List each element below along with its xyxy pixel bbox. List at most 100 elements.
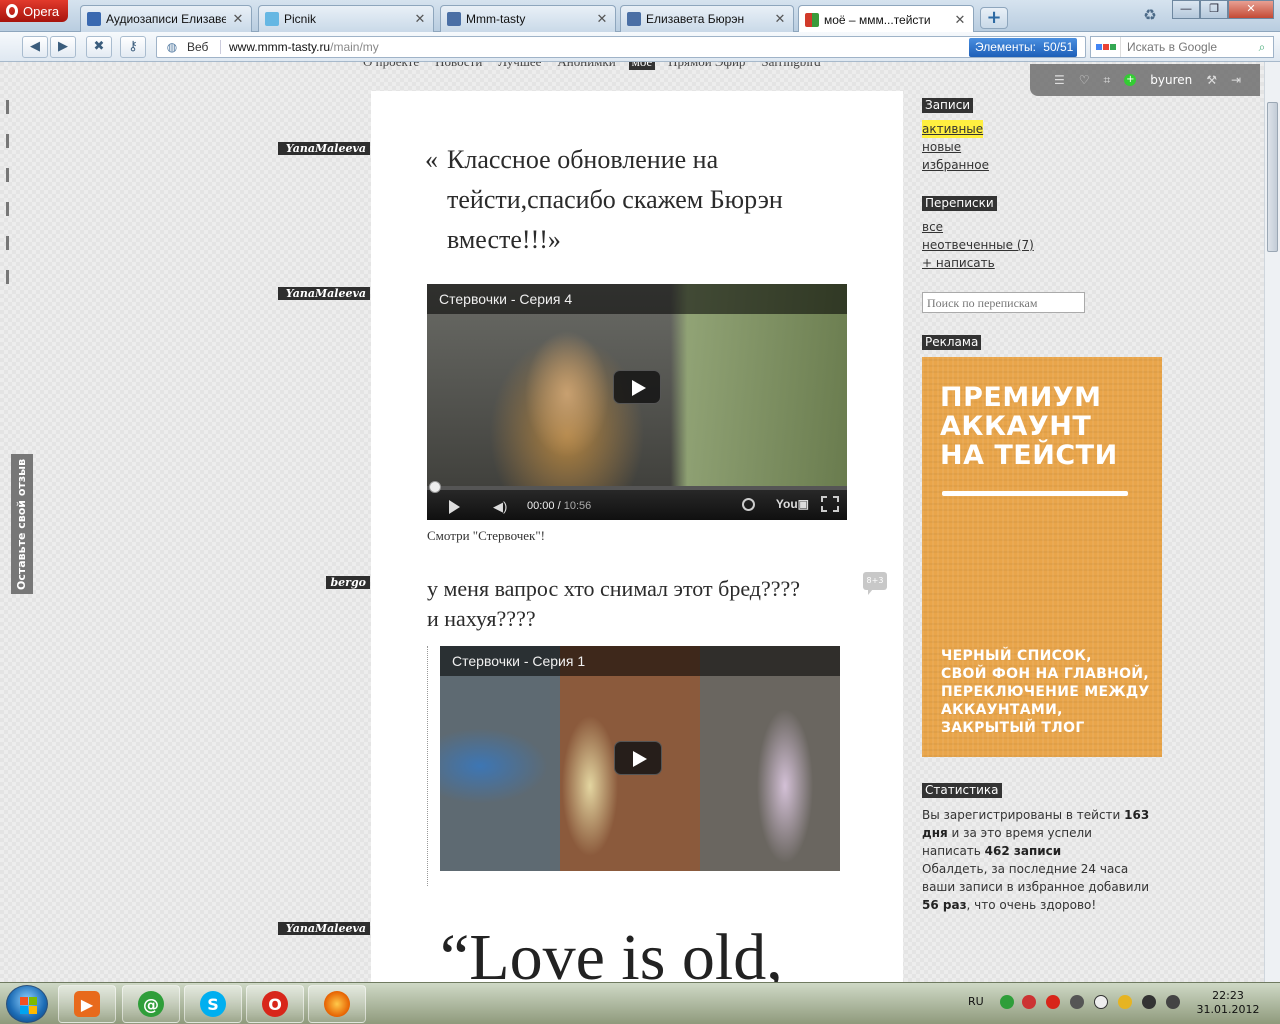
sidebar-link-active[interactable]: активные — [922, 120, 984, 138]
add-icon[interactable]: + — [1124, 74, 1137, 86]
google-icon[interactable] — [1091, 37, 1121, 57]
trash-icon[interactable]: ♻ — [1140, 6, 1160, 26]
taskbar-media-player[interactable]: ▶ — [58, 985, 116, 1023]
sidebar-link-unanswered[interactable]: неотвеченные (7) — [922, 236, 1034, 254]
nav-item[interactable]: О проекте — [360, 62, 422, 70]
search-icon[interactable]: ⌕ — [1251, 40, 1273, 55]
search-box[interactable]: Искать в Google ⌕ — [1090, 36, 1274, 58]
ad-feature-line: СВОЙ ФОН НА ГЛАВНОЙ, — [941, 666, 1149, 682]
language-indicator[interactable]: RU — [968, 995, 984, 1008]
logout-icon[interactable]: ⇥ — [1231, 73, 1241, 87]
back-button[interactable]: ◀ — [22, 36, 48, 58]
update-tray-icon[interactable] — [1118, 995, 1132, 1009]
network-tray-icon[interactable] — [1022, 995, 1036, 1009]
tab-moe[interactable]: моё – ммм...тейсти ✕ — [798, 5, 974, 33]
close-icon[interactable]: ✕ — [231, 12, 245, 26]
skype-icon: S — [200, 991, 226, 1017]
opera-menu-label: Opera — [23, 3, 60, 19]
panda-tray-icon[interactable] — [1094, 995, 1108, 1009]
video-caption: Смотри "Стервочек"! — [427, 528, 546, 543]
play-button-icon[interactable] — [449, 500, 460, 514]
key-icon[interactable]: ⚷ — [120, 36, 146, 58]
ad-feature-line: АККАУНТАМИ, — [941, 702, 1063, 718]
heart-icon[interactable]: ♡ — [1079, 73, 1090, 87]
battery-icon[interactable] — [1166, 995, 1180, 1009]
nav-item-active[interactable]: моё — [628, 62, 656, 70]
watch-later-icon[interactable] — [742, 498, 755, 511]
taskbar-mail-agent[interactable]: @ — [122, 985, 180, 1023]
play-icon[interactable] — [614, 741, 662, 775]
start-button[interactable] — [6, 985, 48, 1023]
close-icon[interactable]: ✕ — [773, 12, 787, 26]
opera-tray-icon[interactable] — [1046, 995, 1060, 1009]
messages-search-input[interactable]: Поиск по перепискам — [922, 292, 1085, 313]
opera-menu-button[interactable]: Opera — [0, 0, 68, 22]
sidebar-link-favorites[interactable]: избранное — [922, 156, 989, 174]
fullscreen-icon[interactable] — [821, 496, 839, 512]
close-quote: » — [547, 225, 561, 254]
progress-knob[interactable] — [429, 481, 441, 493]
address-bar[interactable]: ◍ Веб www.mmm-tasty.ru/main/my — [156, 36, 1086, 58]
stop-button[interactable]: ✖ — [86, 36, 112, 58]
flag-icon[interactable] — [1142, 995, 1156, 1009]
nav-item[interactable]: Лучшее — [495, 62, 544, 70]
volume-icon[interactable] — [1070, 995, 1084, 1009]
video-player[interactable]: Стервочки - Серия 4 ◀) 00:00 / 10:56 You… — [427, 284, 847, 520]
sidebar-link-all[interactable]: все — [922, 218, 943, 236]
taskbar-opera[interactable]: O — [246, 985, 304, 1023]
youtube-logo-icon[interactable]: You▣ — [776, 497, 809, 511]
tab-mmm-tasty[interactable]: Mmm-tasty ✕ — [440, 5, 616, 32]
tab-label: Аудиозаписи Елизаве... — [106, 12, 226, 26]
search-input[interactable]: Искать в Google — [1121, 40, 1251, 54]
agent-tray-icon[interactable] — [1000, 995, 1014, 1009]
taskbar-firefox[interactable] — [308, 985, 366, 1023]
toolbar: ◀ ▶ ✖ ⚷ ◍ Веб www.mmm-tasty.ru/main/my — [0, 32, 1280, 62]
bookmark-icon[interactable]: ⌗ — [1104, 73, 1111, 88]
close-window-button[interactable]: ✕ — [1228, 0, 1274, 19]
comments-badge[interactable]: 8+3 — [863, 572, 887, 595]
rss-icon[interactable]: ☰ — [1054, 73, 1065, 87]
settings-icon[interactable]: ⚒ — [1206, 73, 1217, 87]
nav-item[interactable]: Анонимки — [554, 62, 618, 70]
minimize-button[interactable]: — — [1172, 0, 1200, 19]
stats-times: 56 раз — [922, 898, 967, 912]
clock[interactable]: 22:23 31.01.2012 — [1196, 989, 1260, 1017]
forward-button[interactable]: ▶ — [50, 36, 76, 58]
play-icon[interactable] — [613, 370, 661, 404]
tab-picnik[interactable]: Picnik ✕ — [258, 5, 434, 32]
elements-counter[interactable]: Элементы: 50/51 — [969, 38, 1077, 57]
nav-item[interactable]: Sarringbird — [758, 62, 823, 70]
volume-icon[interactable]: ◀) — [493, 499, 507, 515]
maximize-button[interactable]: ❐ — [1200, 0, 1228, 19]
username[interactable]: byuren — [1150, 73, 1192, 87]
taskbar-skype[interactable]: S — [184, 985, 242, 1023]
post-author[interactable]: bergo — [326, 576, 370, 589]
stats-fragment: Вы зарегистрированы в тейсти — [922, 808, 1125, 822]
tab-elizaveta[interactable]: Елизавета Бюрэн ✕ — [620, 5, 794, 32]
vk-icon — [87, 12, 101, 26]
nav-item[interactable]: Прямой Эфир — [665, 62, 748, 70]
tab-audio[interactable]: Аудиозаписи Елизаве... ✕ — [80, 5, 252, 32]
ad-title-line: НА ТЕЙСТИ — [940, 440, 1118, 471]
feedback-tab[interactable]: Оставьте свой отзыв — [11, 454, 33, 594]
close-icon[interactable]: ✕ — [595, 12, 609, 26]
post-author[interactable]: YanaMaleeva — [278, 142, 370, 155]
video-player[interactable]: Стервочки - Серия 1 — [440, 646, 840, 871]
sidebar-posts-header: Записи — [922, 98, 974, 113]
post-author[interactable]: YanaMaleeva — [278, 287, 370, 300]
post-author[interactable]: YanaMaleeva — [278, 922, 370, 935]
video-time: 00:00 / 10:56 — [527, 500, 592, 512]
address-prefix: Веб — [187, 40, 221, 54]
post-text: у меня вапрос хто снимал этот бред????и … — [427, 576, 801, 631]
scrollbar-thumb[interactable] — [1267, 102, 1278, 252]
close-icon[interactable]: ✕ — [953, 12, 967, 27]
nav-item[interactable]: Новости — [432, 62, 485, 70]
close-icon[interactable]: ✕ — [413, 12, 427, 26]
sidebar-link-new[interactable]: новые — [922, 138, 961, 156]
new-tab-button[interactable]: + — [980, 7, 1008, 29]
vertical-scrollbar[interactable] — [1264, 62, 1280, 982]
clock-date: 31.01.2012 — [1196, 1003, 1260, 1016]
premium-ad-banner[interactable]: ПРЕМИУМ АККАУНТ НА ТЕЙСТИ ЧЕРНЫЙ СПИСОК,… — [922, 357, 1162, 757]
sidebar-link-write[interactable]: + написать — [922, 254, 995, 272]
progress-bar[interactable] — [427, 481, 847, 493]
